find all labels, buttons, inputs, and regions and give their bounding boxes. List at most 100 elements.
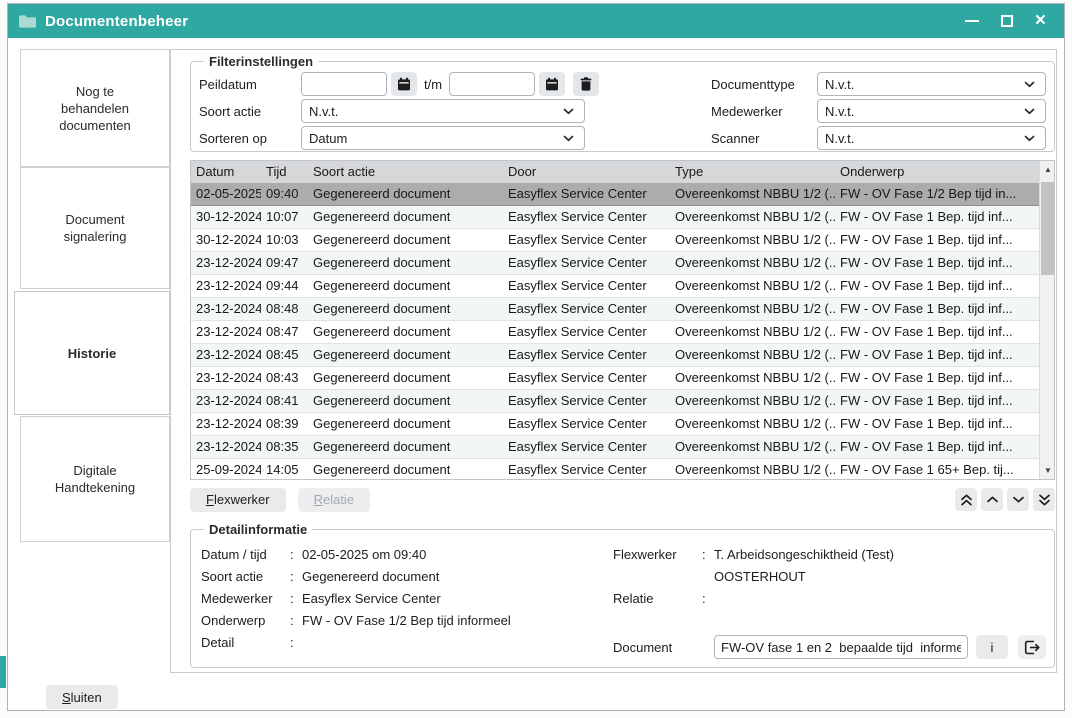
cell-tijd: 08:45 [261, 344, 308, 366]
sluiten-button[interactable]: Sluiten [46, 685, 118, 709]
cell-datum: 30-12-2024 [191, 206, 261, 228]
cell-tijd: 08:41 [261, 390, 308, 412]
cell-type: Overeenkomst NBBU 1/2 (... [670, 298, 835, 320]
tab-label: Nog te behandelen documenten [43, 83, 147, 134]
cell-type: Overeenkomst NBBU 1/2 (... [670, 275, 835, 297]
chevron-down-icon [1024, 135, 1035, 142]
chevron-down-icon [563, 108, 574, 115]
table-row[interactable]: 23-12-202408:41Gegenereerd documentEasyf… [191, 390, 1039, 413]
detail-right-column: Flexwerker:T. Arbeidsongeschiktheid (Tes… [613, 543, 1044, 609]
cell-soort-actie: Gegenereerd document [308, 206, 503, 228]
scrollbar-thumb[interactable] [1041, 182, 1055, 275]
relatie-button[interactable]: Relatie [298, 488, 370, 512]
colon: : [290, 613, 302, 628]
vertical-scrollbar[interactable]: ▲ ▼ [1039, 161, 1055, 479]
document-filename-input[interactable] [714, 635, 968, 659]
minimize-button[interactable] [965, 20, 979, 22]
table-row[interactable]: 02-05-202509:40Gegenereerd documentEasyf… [191, 183, 1039, 206]
table-row[interactable]: 23-12-202408:48Gegenereerd documentEasyf… [191, 298, 1039, 321]
cell-datum: 23-12-2024 [191, 252, 261, 274]
table-row[interactable]: 23-12-202408:35Gegenereerd documentEasyf… [191, 436, 1039, 459]
flexwerker-button[interactable]: Flexwerker [190, 488, 286, 512]
table-row[interactable]: 25-09-202414:05Gegenereerd documentEasyf… [191, 459, 1039, 480]
cell-door: Easyflex Service Center [503, 183, 670, 205]
tab-document-signalering[interactable]: Document signalering [20, 167, 170, 289]
cell-datum: 23-12-2024 [191, 367, 261, 389]
cell-onderwerp: FW - OV Fase 1 Bep. tijd inf... [835, 413, 1022, 435]
tab-label: Historie [68, 345, 116, 362]
table-row[interactable]: 30-12-202410:07Gegenereerd documentEasyf… [191, 206, 1039, 229]
column-header-onderwerp[interactable]: Onderwerp [835, 161, 1022, 183]
table-row[interactable]: 23-12-202408:39Gegenereerd documentEasyf… [191, 413, 1039, 436]
cell-tijd: 09:44 [261, 275, 308, 297]
document-open-button[interactable] [1018, 635, 1046, 659]
cell-soort-actie: Gegenereerd document [308, 390, 503, 412]
column-header-soort-actie[interactable]: Soort actie [308, 161, 503, 183]
medewerker-label: Medewerker [711, 104, 817, 119]
go-previous-button[interactable] [981, 488, 1003, 511]
peildatum-to-calendar-button[interactable] [539, 72, 565, 96]
medewerker-value: N.v.t. [825, 104, 854, 119]
cell-door: Easyflex Service Center [503, 367, 670, 389]
table-row[interactable]: 23-12-202408:43Gegenereerd documentEasyf… [191, 367, 1039, 390]
medewerker-select[interactable]: N.v.t. [817, 99, 1046, 123]
column-header-door[interactable]: Door [503, 161, 670, 183]
documenttype-select[interactable]: N.v.t. [817, 72, 1046, 96]
table-row[interactable]: 23-12-202408:45Gegenereerd documentEasyf… [191, 344, 1039, 367]
export-document-icon [1024, 640, 1041, 655]
scroll-down-arrow[interactable]: ▼ [1040, 462, 1055, 479]
sorteren-op-select[interactable]: Datum [301, 126, 585, 150]
cell-tijd: 08:47 [261, 321, 308, 343]
colon: : [290, 591, 302, 606]
documenttype-label: Documenttype [711, 77, 817, 92]
cell-datum: 23-12-2024 [191, 390, 261, 412]
document-info-button[interactable]: i [976, 635, 1008, 659]
cell-datum: 02-05-2025 [191, 183, 261, 205]
tab-digitale-handtekening[interactable]: Digitale Handtekening [20, 416, 170, 542]
tab-nog-te-behandelen-documenten[interactable]: Nog te behandelen documenten [20, 49, 170, 167]
column-header-type[interactable]: Type [670, 161, 835, 183]
cell-tijd: 08:39 [261, 413, 308, 435]
scroll-up-arrow[interactable]: ▲ [1040, 161, 1055, 178]
cell-type: Overeenkomst NBBU 1/2 (... [670, 321, 835, 343]
cell-door: Easyflex Service Center [503, 459, 670, 480]
cell-type: Overeenkomst NBBU 1/2 (... [670, 183, 835, 205]
scanner-select[interactable]: N.v.t. [817, 126, 1046, 150]
historie-tab-panel: Filterinstellingen Peildatum [170, 49, 1057, 673]
detail-left-column: Datum / tijd:02-05-2025 om 09:40 Soort a… [201, 543, 511, 653]
cell-datum: 23-12-2024 [191, 413, 261, 435]
documenttype-value: N.v.t. [825, 77, 854, 92]
colon: : [290, 635, 302, 650]
table-row[interactable]: 30-12-202410:03Gegenereerd documentEasyf… [191, 229, 1039, 252]
double-chevron-down-icon [1038, 494, 1051, 506]
cell-onderwerp: FW - OV Fase 1 65+ Bep. tij... [835, 459, 1022, 480]
screen: Documentenbeheer × Nog te behandelen doc… [0, 0, 1072, 718]
table-row[interactable]: 23-12-202409:44Gegenereerd documentEasyf… [191, 275, 1039, 298]
table-row[interactable]: 23-12-202408:47Gegenereerd documentEasyf… [191, 321, 1039, 344]
colon: : [702, 547, 714, 562]
go-first-button[interactable] [955, 488, 977, 511]
column-header-tijd[interactable]: Tijd [261, 161, 308, 183]
chevron-down-icon [1024, 108, 1035, 115]
documentenbeheer-window: Documentenbeheer × Nog te behandelen doc… [7, 3, 1065, 711]
cell-datum: 30-12-2024 [191, 229, 261, 251]
cell-onderwerp: FW - OV Fase 1 Bep. tijd inf... [835, 390, 1022, 412]
table-row[interactable]: 23-12-202409:47Gegenereerd documentEasyf… [191, 252, 1039, 275]
go-next-button[interactable] [1007, 488, 1029, 511]
close-button[interactable]: × [1035, 15, 1046, 27]
colon: : [290, 569, 302, 584]
peildatum-from-input[interactable] [301, 72, 387, 96]
chevron-up-icon [986, 496, 999, 503]
soort-actie-select[interactable]: N.v.t. [301, 99, 585, 123]
maximize-button[interactable] [1001, 15, 1013, 27]
clear-peildatum-button[interactable] [573, 72, 599, 96]
peildatum-to-input[interactable] [449, 72, 535, 96]
cell-onderwerp: FW - OV Fase 1 Bep. tijd inf... [835, 344, 1022, 366]
go-last-button[interactable] [1033, 488, 1055, 511]
cell-soort-actie: Gegenereerd document [308, 252, 503, 274]
cell-soort-actie: Gegenereerd document [308, 298, 503, 320]
peildatum-from-calendar-button[interactable] [391, 72, 417, 96]
tab-historie[interactable]: Historie [14, 291, 170, 415]
tab-label: Digitale Handtekening [43, 462, 147, 496]
column-header-datum[interactable]: Datum [191, 161, 261, 183]
